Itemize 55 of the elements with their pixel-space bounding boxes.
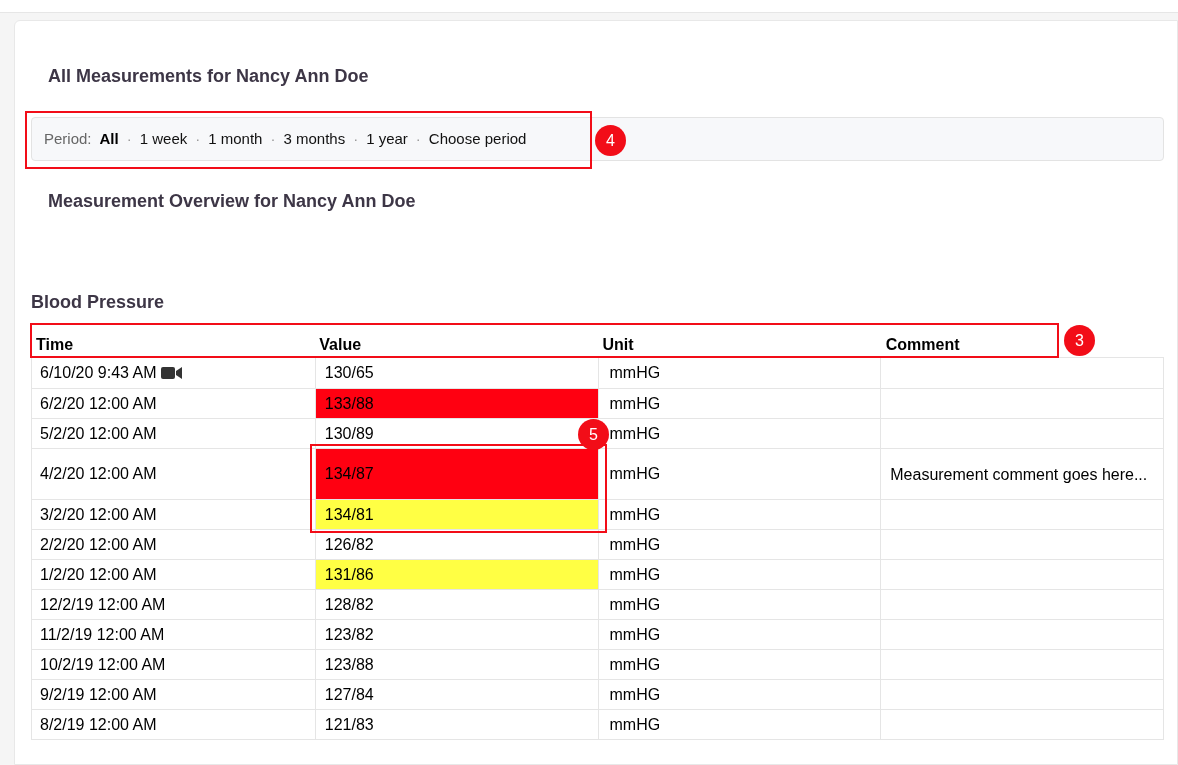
table-cell: mmHG [597, 449, 881, 499]
table-cell: mmHG [597, 560, 881, 589]
separator-dot: · [195, 128, 201, 149]
table-cell: mmHG [597, 680, 881, 709]
separator-dot: · [270, 128, 276, 149]
column-header: Unit [602, 336, 634, 353]
comment-text: Measurement comment goes here... [890, 464, 1148, 485]
table-cell-text: 1/2/20 12:00 AM [39, 564, 158, 585]
value-cell: 127/84 [314, 680, 598, 709]
table-cell: mmHG [597, 650, 881, 679]
period-option[interactable]: 1 month [208, 127, 263, 151]
period-label: Period: [44, 128, 92, 149]
table-cell: mmHG [597, 710, 881, 739]
table-cell: mmHG [597, 358, 881, 388]
separator-dot: · [415, 128, 421, 149]
period-option[interactable]: All [99, 127, 119, 151]
value-cell: 123/88 [314, 650, 598, 679]
separator-dot: · [126, 128, 132, 149]
value-cell: 121/83 [314, 710, 598, 739]
value-cell: 131/86 [314, 560, 598, 589]
table-cell-text: 9/2/19 12:00 AM [39, 684, 158, 705]
table-cell-text: 3/2/20 12:00 AM [39, 504, 158, 525]
table-cell: mmHG [597, 500, 881, 529]
table-cell: mmHG [597, 590, 881, 619]
table-cell-text: 5/2/20 12:00 AM [39, 423, 158, 444]
period-option[interactable]: Choose period [428, 127, 527, 151]
table-cell-text: 8/2/19 12:00 AM [39, 714, 158, 735]
value-cell: 133/88 [314, 389, 598, 418]
column-header: Comment [885, 336, 960, 353]
table-cell-text: 2/2/20 12:00 AM [39, 534, 158, 555]
table-cell-text: 11/2/19 12:00 AM [39, 624, 166, 645]
value-cell: 123/82 [314, 620, 598, 649]
value-cell: 134/81 [314, 500, 598, 529]
period-option[interactable]: 1 week [139, 127, 188, 151]
separator-dot: · [353, 128, 359, 149]
table-cell-text: 10/2/19 12:00 AM [39, 654, 167, 675]
column-header: Time [36, 336, 74, 353]
period-option[interactable]: 3 months [283, 127, 346, 151]
value-cell: 130/65 [314, 358, 598, 388]
value-cell: 134/87 [314, 449, 598, 499]
value-cell: 128/82 [314, 590, 598, 619]
video-camera-icon [160, 366, 183, 380]
value-cell: 126/82 [314, 530, 598, 559]
table-cell: mmHG [597, 530, 881, 559]
table-cell: 6/10/20 9:43 AM [32, 358, 315, 388]
table-cell-text: 6/2/20 12:00 AM [39, 393, 158, 414]
table-cell: mmHG [597, 389, 881, 418]
section-title: Blood Pressure [31, 292, 166, 312]
table-cell-text: 12/2/19 12:00 AM [39, 594, 167, 615]
overview-title: Measurement Overview for Nancy Ann Doe [48, 190, 417, 212]
table-cell-text: 4/2/20 12:00 AM [39, 464, 158, 484]
period-option[interactable]: 1 year [366, 127, 408, 151]
column-header: Value [319, 336, 362, 353]
table-cell: mmHG [597, 620, 881, 649]
page-title: All Measurements for Nancy Ann Doe [48, 65, 370, 87]
